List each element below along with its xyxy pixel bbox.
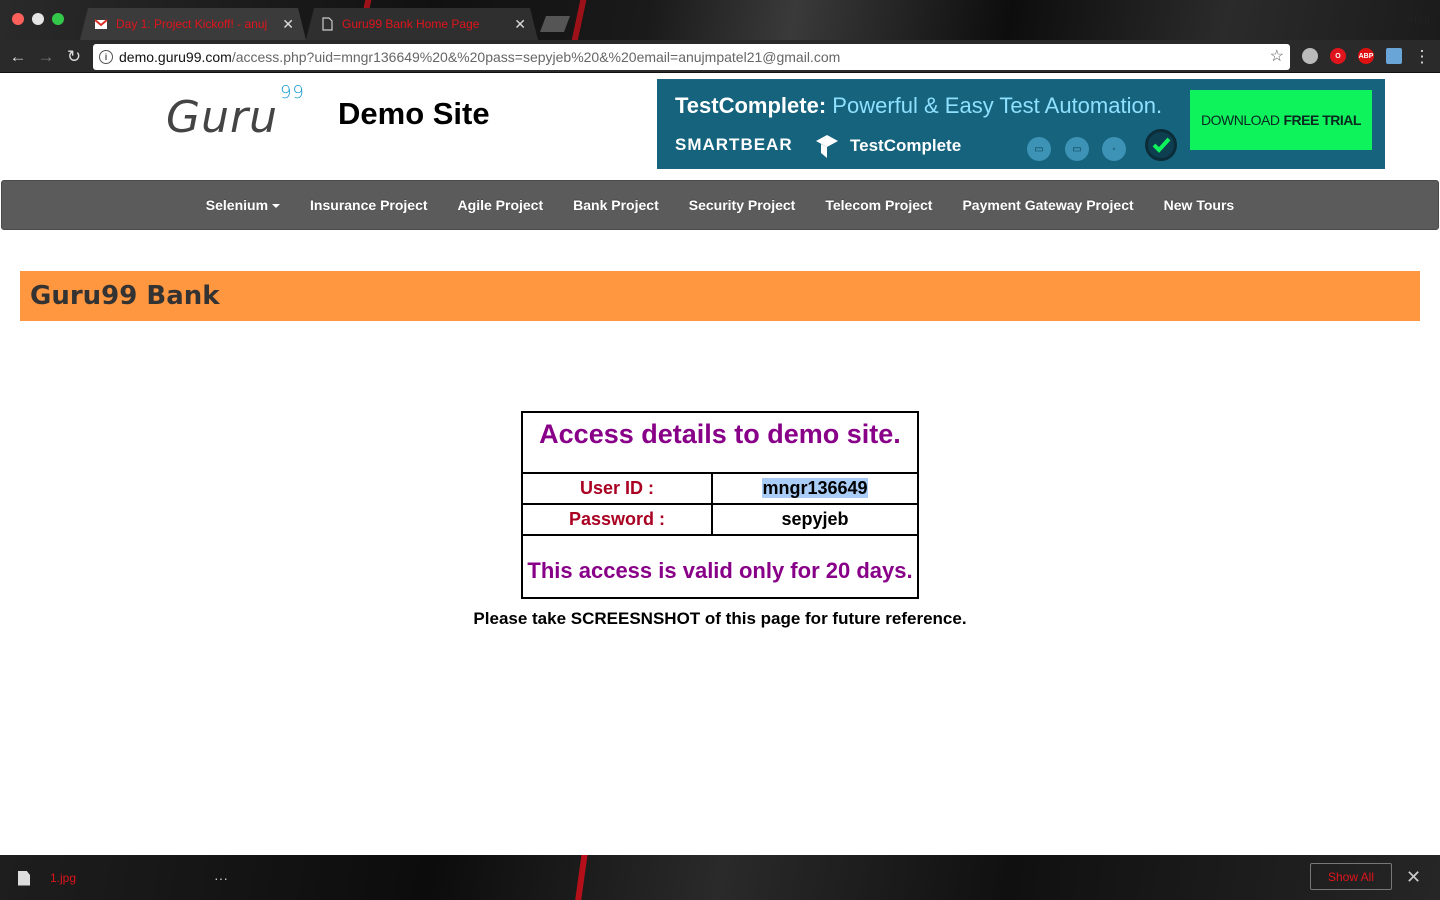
checkmark-icon: [1145, 129, 1177, 161]
nav-item-bank-project[interactable]: Bank Project: [558, 197, 674, 213]
cta-bold: FREE TRIAL: [1283, 112, 1362, 128]
ad-product: TestComplete: [812, 131, 961, 161]
nav-item-agile-project[interactable]: Agile Project: [443, 197, 559, 213]
wallpaper-streak: [567, 0, 589, 40]
logo-text: Guru: [166, 92, 278, 143]
access-heading: Access details to demo site.: [521, 411, 919, 474]
download-shelf: 1.jpg ··· Show All ✕: [0, 855, 1440, 900]
nav-item-security-project[interactable]: Security Project: [674, 197, 811, 213]
screenshot-note: Please take SCREESNSHOT of this page for…: [473, 609, 967, 628]
bank-title: Guru99 Bank: [30, 281, 220, 311]
profile-name[interactable]: Anuj: [1406, 12, 1430, 26]
validity-notice: This access is valid only for 20 days.: [521, 534, 919, 599]
nav-item-selenium[interactable]: Selenium: [191, 197, 295, 213]
gmail-icon: [94, 17, 108, 31]
logo-sup: 99: [279, 82, 305, 104]
password-label: Password :: [521, 503, 713, 536]
browser-toolbar: ← → ↻ i demo.guru99.com/access.php?uid=m…: [0, 40, 1440, 73]
main-nav-bar: Selenium Insurance Project Agile Project…: [1, 180, 1439, 230]
guru99-logo[interactable]: Guru 99: [166, 82, 305, 143]
nav-item-label: Selenium: [205, 197, 269, 213]
user-id-label: User ID :: [521, 472, 713, 505]
caret-down-icon: [272, 204, 281, 209]
testcomplete-logo-icon: [816, 135, 838, 158]
close-window-button[interactable]: [12, 13, 24, 25]
user-id-value[interactable]: mngr136649: [762, 478, 868, 498]
minimize-window-button[interactable]: [32, 13, 44, 25]
browser-tab-guru99[interactable]: Guru99 Bank Home Page ✕: [306, 8, 538, 40]
access-details-table: Access details to demo site. User ID : m…: [521, 411, 919, 599]
bookmark-star-icon[interactable]: ☆: [1270, 46, 1284, 66]
mobile-icon: ◦: [1102, 137, 1126, 161]
close-icon[interactable]: ✕: [282, 16, 294, 33]
password-value[interactable]: sepyjeb: [711, 503, 919, 536]
forward-arrow-icon[interactable]: →: [35, 46, 57, 68]
page-icon: [320, 17, 334, 31]
file-icon: [18, 870, 30, 886]
download-free-trial-button[interactable]: DOWNLOAD FREE TRIAL: [1190, 90, 1372, 150]
back-arrow-icon[interactable]: ←: [7, 46, 29, 68]
ad-product-name: TestComplete: [850, 136, 962, 155]
wallpaper-streak: [573, 855, 589, 900]
adblock-icon[interactable]: ABP: [1358, 48, 1374, 64]
url-host: demo.guru99.com: [119, 49, 232, 65]
close-icon[interactable]: ✕: [514, 16, 526, 33]
extension-icon[interactable]: [1386, 48, 1402, 64]
nav-item-telecom-project[interactable]: Telecom Project: [810, 197, 947, 213]
site-title: Demo Site: [338, 96, 490, 131]
info-icon[interactable]: i: [99, 50, 113, 64]
close-icon[interactable]: ✕: [1406, 867, 1421, 888]
opera-icon[interactable]: O: [1330, 48, 1346, 64]
browser-tab-bar: Day 1: Project Kickoff! - anuj ✕ Guru99 …: [0, 0, 1440, 40]
user-id-value-cell: mngr136649: [711, 472, 919, 505]
browser-tab-gmail[interactable]: Day 1: Project Kickoff! - anuj ✕: [80, 8, 306, 40]
testcomplete-ad-banner[interactable]: TestComplete: Powerful & Easy Test Autom…: [657, 79, 1385, 169]
ad-brand: SMARTBEAR: [675, 135, 793, 154]
new-tab-button[interactable]: [540, 16, 570, 32]
tab-title: Day 1: Project Kickoff! - anuj: [116, 17, 268, 31]
show-all-button[interactable]: Show All: [1310, 863, 1392, 890]
ad-headline: TestComplete: Powerful & Easy Test Autom…: [675, 93, 1162, 119]
desktop-icon: ▭: [1027, 137, 1051, 161]
nav-item-new-tours[interactable]: New Tours: [1149, 197, 1250, 213]
tab-title: Guru99 Bank Home Page: [342, 17, 480, 31]
download-item[interactable]: 1.jpg ···: [12, 865, 242, 891]
web-icon: ▭: [1065, 137, 1089, 161]
cta-prefix: DOWNLOAD: [1201, 112, 1280, 128]
nav-item-insurance-project[interactable]: Insurance Project: [295, 197, 443, 213]
bank-banner: Guru99 Bank: [20, 271, 1420, 321]
ad-headline-product: TestComplete:: [675, 93, 827, 118]
url-path: /access.php?uid=mngr136649%20&%20pass=se…: [231, 49, 841, 65]
download-file-name: 1.jpg: [50, 871, 77, 885]
ad-headline-tagline: Powerful & Easy Test Automation.: [832, 93, 1163, 118]
maximize-window-button[interactable]: [52, 13, 64, 25]
drive-icon[interactable]: [1302, 48, 1318, 64]
more-options-icon[interactable]: ···: [214, 870, 228, 886]
nav-item-payment-gateway-project[interactable]: Payment Gateway Project: [947, 197, 1148, 213]
reload-icon[interactable]: ↻: [63, 46, 85, 68]
address-bar[interactable]: i demo.guru99.com/access.php?uid=mngr136…: [93, 44, 1290, 70]
menu-kebab-icon[interactable]: ⋮: [1411, 46, 1433, 68]
